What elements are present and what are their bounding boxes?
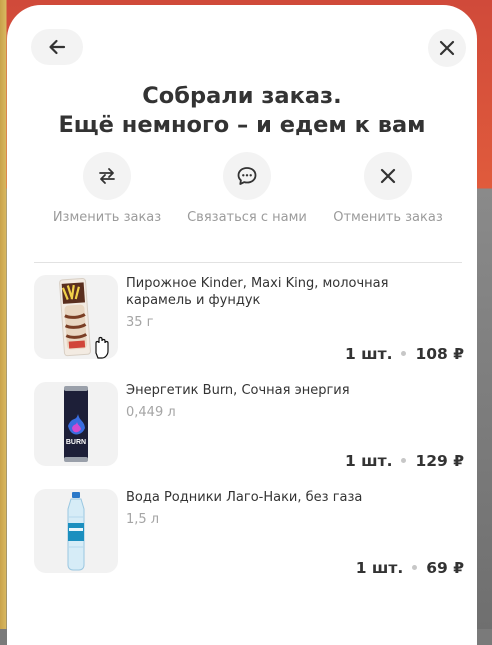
svg-text:BURN: BURN (66, 439, 86, 446)
product-image-water (34, 489, 118, 573)
cancel-order-label: Отменить заказ (333, 210, 443, 225)
order-item-burn[interactable]: BURN Энергетик Burn, Сочная энергия 0,44… (34, 382, 464, 470)
separator-dot (401, 458, 407, 463)
product-image-kinder (34, 275, 118, 359)
change-order-label: Изменить заказ (52, 210, 162, 225)
change-order-icon-circle (83, 152, 131, 200)
close-icon (380, 168, 396, 184)
item-weight: 1,5 л (126, 512, 160, 527)
change-order-button[interactable]: Изменить заказ (32, 152, 182, 225)
item-name: Вода Родники Лаго-Наки, без газа (126, 490, 363, 505)
arrow-left-icon (49, 39, 66, 55)
swap-arrows-icon (99, 168, 115, 184)
contact-us-button[interactable]: Связаться с нами (172, 152, 322, 225)
contact-us-icon-circle (223, 152, 271, 200)
item-price-line: 1 шт. 108 ₽ (345, 345, 464, 363)
close-icon (439, 40, 455, 56)
separator-dot (401, 351, 407, 356)
close-button[interactable] (428, 29, 466, 67)
item-price: 108 ₽ (415, 345, 464, 363)
kinder-maxi-king-image (59, 277, 109, 359)
page-title: Собрали заказ. Ещё немного – и едем к ва… (7, 82, 477, 140)
item-weight: 0,449 л (126, 405, 176, 420)
item-quantity: 1 шт. (344, 452, 393, 470)
item-weight: 35 г (126, 315, 154, 330)
separator-dot (412, 565, 418, 570)
item-name: Пирожное Kinder, Maxi King, молочная кар… (126, 276, 389, 308)
item-price: 69 ₽ (426, 559, 464, 577)
title-line-2: Ещё немного – и едем к вам (58, 112, 426, 138)
item-quantity: 1 шт. (344, 345, 393, 363)
cancel-order-icon-circle (364, 152, 412, 200)
cancel-order-button[interactable]: Отменить заказ (313, 152, 463, 225)
order-actions: Изменить заказ Связаться с нами Отменить… (7, 152, 477, 232)
burn-energy-can-image: BURN (64, 386, 88, 462)
water-bottle-image (67, 492, 85, 571)
back-button[interactable] (31, 29, 83, 65)
item-quantity: 1 шт. (355, 559, 404, 577)
product-image-burn: BURN (34, 382, 118, 466)
order-status-modal: Собрали заказ. Ещё немного – и едем к ва… (7, 5, 477, 645)
chat-bubble-icon (237, 167, 257, 185)
order-item-kinder[interactable]: Пирожное Kinder, Maxi King, молочная кар… (34, 275, 464, 363)
title-line-1: Собрали заказ. (142, 83, 342, 109)
item-name: Энергетик Burn, Сочная энергия (126, 383, 350, 398)
item-price-line: 1 шт. 69 ₽ (356, 559, 464, 577)
divider (34, 262, 462, 263)
order-item-water[interactable]: Вода Родники Лаго-Наки, без газа 1,5 л 1… (34, 489, 464, 577)
contact-us-label: Связаться с нами (187, 210, 307, 225)
item-price-line: 1 шт. 129 ₽ (345, 452, 464, 470)
item-price: 129 ₽ (415, 452, 464, 470)
